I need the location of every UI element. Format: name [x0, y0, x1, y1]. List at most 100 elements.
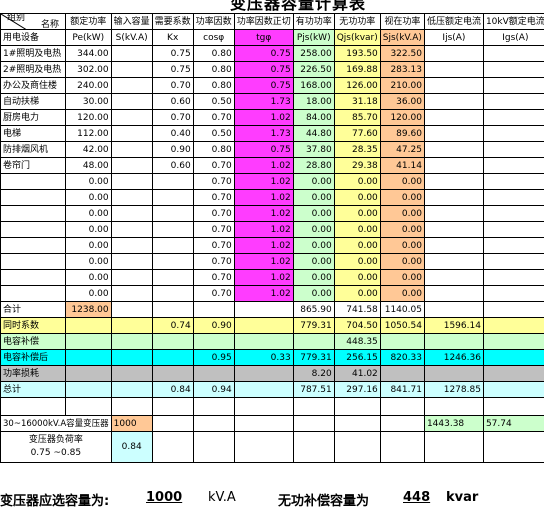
- header-p: 有功功率: [292, 13, 335, 30]
- transformer-label: 30~16000kV.A容量变压器: [0, 415, 112, 432]
- equipment-cell: [423, 141, 484, 158]
- equipment-cell: 120.00: [64, 109, 112, 126]
- equipment-cell: [110, 269, 153, 286]
- equipment-cell: 1.02: [233, 237, 294, 254]
- equipment-row: 0.00 0.70 1.02 0.00 0.00 0.00: [0, 205, 544, 222]
- equipment-row: 卷帘门 48.00 0.60 0.70 1.02 28.80 29.38 41.14: [0, 157, 544, 174]
- comp-label: 电容补偿: [0, 333, 66, 350]
- equipment-cell: [0, 173, 66, 190]
- equipment-row: 2#照明及电热 302.00 0.75 0.80 0.75 226.50 169.88 283…: [0, 61, 544, 78]
- equipment-cell: 0.00: [292, 269, 335, 286]
- units-cell: Kx: [151, 29, 194, 46]
- equipment-cell: [0, 285, 66, 302]
- equipment-cell: [423, 285, 484, 302]
- compensation-unit: kvar: [446, 490, 479, 505]
- equipment-cell: 28.80: [292, 157, 335, 174]
- equipment-cell: [110, 285, 153, 302]
- equipment-cell: 36.00: [379, 93, 425, 110]
- equipment-cell: 1.02: [233, 221, 294, 238]
- equipment-cell: 18.00: [292, 93, 335, 110]
- equipment-cell: 126.00: [333, 77, 381, 94]
- equipment-cell: 0.70: [151, 77, 194, 94]
- sim-q: 704.50: [333, 317, 381, 334]
- equipment-cell: 0.00: [64, 253, 112, 270]
- grand-label: 总计: [0, 381, 66, 398]
- header-q: 无功功率: [333, 13, 381, 30]
- equipment-cell: 0.00: [64, 269, 112, 286]
- header-kx: 需要系数: [151, 13, 194, 30]
- units-cell: cosφ: [192, 29, 235, 46]
- conclusion-bar: 变压器应选容量为: 1000 kV.A 无功补偿容量为 448 kvar: [0, 489, 544, 509]
- transformer-capacity[interactable]: 1000: [110, 415, 153, 432]
- calc-table: 名称 组别 额定功率 输入容量 需要系数 功率因数 功率因数正切 有功功率 无功…: [0, 13, 544, 463]
- equipment-cell: 0.00: [333, 189, 381, 206]
- after-i: 1246.36: [423, 349, 484, 366]
- grand-total-row: 总计 0.84 0.94 787.51 297.16 841.71 1278.8…: [0, 381, 544, 398]
- equipment-cell: [151, 269, 194, 286]
- equipment-cell: 89.60: [379, 125, 425, 142]
- equipment-cell: 0.00: [379, 221, 425, 238]
- equipment-cell: [110, 237, 153, 254]
- equipment-cell: [423, 61, 484, 78]
- equipment-row: 0.00 0.70 1.02 0.00 0.00 0.00: [0, 173, 544, 190]
- equipment-cell: 0.80: [192, 45, 235, 62]
- equipment-cell: 168.00: [292, 77, 335, 94]
- equipment-cell: 28.35: [333, 141, 381, 158]
- compensation-row: 电容补偿 448.35: [0, 333, 544, 350]
- equipment-cell: 0.50: [192, 125, 235, 142]
- after-s: 820.33: [379, 349, 425, 366]
- equipment-cell: 0.70: [151, 109, 194, 126]
- sheet-title: 变压器容量计算表: [230, 0, 367, 13]
- equipment-cell: 0.60: [151, 157, 194, 174]
- equipment-cell: [0, 221, 66, 238]
- equipment-cell: [151, 285, 194, 302]
- equipment-row: 0.00 0.70 1.02 0.00 0.00 0.00: [0, 253, 544, 270]
- equipment-cell: [0, 189, 66, 206]
- equipment-cell: 1.02: [233, 157, 294, 174]
- equipment-cell: 0.75: [151, 61, 194, 78]
- equipment-cell: 41.14: [379, 157, 425, 174]
- equipment-cell: 0.75: [233, 141, 294, 158]
- equipment-cell: 0.00: [64, 173, 112, 190]
- equipment-row: 厨房电力 120.00 0.70 0.70 1.02 84.00 85.70 120.00: [0, 109, 544, 126]
- total-s: 1140.05: [379, 301, 425, 318]
- compensation-label: 无功补偿容量为: [278, 494, 370, 509]
- units-cell: Pe(kW): [64, 29, 112, 46]
- transformer-i-low: 1443.38: [423, 415, 484, 432]
- header-tg: 功率因数正切: [233, 13, 294, 30]
- total-label: 合计: [0, 301, 66, 318]
- selected-capacity-label: 变压器应选容量为:: [0, 494, 110, 509]
- equipment-cell: 0.00: [379, 189, 425, 206]
- units-cell: Pjs(kW): [292, 29, 335, 46]
- header-s-input: 输入容量: [110, 13, 153, 30]
- equipment-cell: 0.70: [192, 157, 235, 174]
- equipment-row: 0.00 0.70 1.02 0.00 0.00 0.00: [0, 269, 544, 286]
- equipment-cell: 2#照明及电热: [0, 61, 66, 78]
- after-pf: 0.95: [192, 349, 235, 366]
- equipment-cell: [110, 221, 153, 238]
- units-cell: Sjs(kV.A): [379, 29, 425, 46]
- equipment-cell: 0.00: [333, 221, 381, 238]
- equipment-cell: 1.73: [233, 125, 294, 142]
- grand-i: 1278.85: [423, 381, 484, 398]
- header-row: 名称 组别 额定功率 输入容量 需要系数 功率因数 功率因数正切 有功功率 无功…: [0, 13, 544, 30]
- sim-kx: 0.74: [151, 317, 194, 334]
- equipment-cell: 44.80: [292, 125, 335, 142]
- equipment-cell: [482, 61, 544, 78]
- equipment-row: 防排烟风机 42.00 0.90 0.80 0.75 37.80 28.35 47.25: [0, 141, 544, 158]
- equipment-cell: 226.50: [292, 61, 335, 78]
- equipment-cell: [482, 45, 544, 62]
- equipment-row: 自动扶梯 30.00 0.60 0.50 1.73 18.00 31.18 36.00: [0, 93, 544, 110]
- grand-pf: 0.94: [192, 381, 235, 398]
- equipment-cell: 0.80: [192, 61, 235, 78]
- equipment-row: 0.00 0.70 1.02 0.00 0.00 0.00: [0, 221, 544, 238]
- equipment-cell: 0.70: [192, 269, 235, 286]
- equipment-cell: 1.02: [233, 189, 294, 206]
- after-q: 256.15: [333, 349, 381, 366]
- equipment-cell: [482, 125, 544, 142]
- equipment-cell: [423, 93, 484, 110]
- equipment-cell: [423, 205, 484, 222]
- selected-capacity-value: 1000: [146, 490, 183, 505]
- equipment-cell: 1.02: [233, 253, 294, 270]
- equipment-cell: [482, 237, 544, 254]
